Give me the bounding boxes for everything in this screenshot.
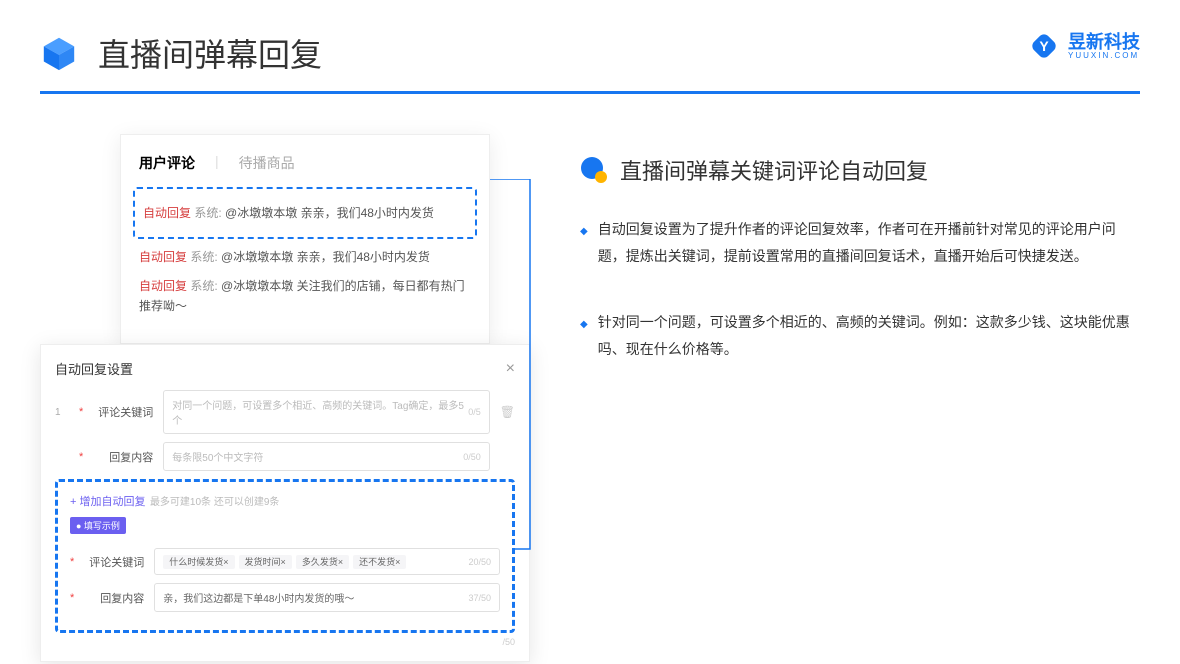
bubble-icon <box>580 156 608 184</box>
page-title: 直播间弹幕回复 <box>98 30 322 76</box>
bullet-1: ◆ 自动回复设置为了提升作者的评论回复效率，作者可在开播前针对常见的评论用户问题… <box>580 216 1140 269</box>
content-label: 回复内容 <box>93 449 153 465</box>
trash-icon[interactable]: 🗑 <box>500 405 515 419</box>
tab-pending-goods[interactable]: 待播商品 <box>239 153 295 173</box>
header-divider <box>40 91 1140 94</box>
keyword-label: 评论关键词 <box>93 404 153 420</box>
message-row: 自动回复 系统: @冰墩墩本墩 关注我们的店铺，每日都有热门推荐呦～ <box>139 276 471 317</box>
brand-diamond-icon: Y <box>1028 30 1060 62</box>
brand-block: Y 昱新科技 YUUXIN.COM <box>1028 30 1140 62</box>
svg-text:Y: Y <box>1039 38 1049 54</box>
brand-name: 昱新科技 <box>1068 33 1140 51</box>
section-title: 直播间弹幕关键词评论自动回复 <box>620 154 928 186</box>
auto-reply-tag: 自动回复 <box>143 206 191 220</box>
bullet-2: ◆ 针对同一个问题，可设置多个相近的、高频的关键词。例如：这款多少钱、这块能优惠… <box>580 309 1140 362</box>
auto-reply-settings-modal: 自动回复设置 × 1 * 评论关键词 对同一个问题，可设置多个相近、高频的关键词… <box>40 344 530 662</box>
content-input[interactable]: 每条限50个中文字符 0/50 <box>163 442 489 471</box>
message-row: 自动回复 系统: @冰墩墩本墩 亲亲，我们48小时内发货 <box>139 247 471 267</box>
close-icon[interactable]: × <box>506 360 515 378</box>
keyword-input[interactable]: 对同一个问题，可设置多个相近、高频的关键词。Tag确定，最多5个 0/5 <box>163 390 489 434</box>
tab-user-comments[interactable]: 用户评论 <box>139 153 195 173</box>
example-badge: ● 填写示例 <box>70 517 126 534</box>
cube-logo-icon <box>40 34 78 72</box>
example-content-input: 亲，我们这边都是下单48小时内发货的哦～ 37/50 <box>154 583 500 612</box>
diamond-icon: ◆ <box>580 315 588 362</box>
example-keyword-input: 什么时候发货×发货时间×多久发货×还不发货× 20/50 <box>154 548 500 575</box>
add-auto-reply-link[interactable]: + 增加自动回复 <box>70 496 145 508</box>
comments-panel: 用户评论 | 待播商品 自动回复 系统: @冰墩墩本墩 亲亲，我们48小时内发货… <box>120 134 490 344</box>
brand-url: YUUXIN.COM <box>1068 51 1140 60</box>
diamond-icon: ◆ <box>580 222 588 269</box>
modal-title: 自动回复设置 <box>55 359 133 378</box>
example-section: + 增加自动回复 最多可建10条 还可以创建9条 ● 填写示例 * 评论关键词 … <box>55 479 515 633</box>
highlighted-message: 自动回复 系统: @冰墩墩本墩 亲亲，我们48小时内发货 <box>133 187 477 239</box>
